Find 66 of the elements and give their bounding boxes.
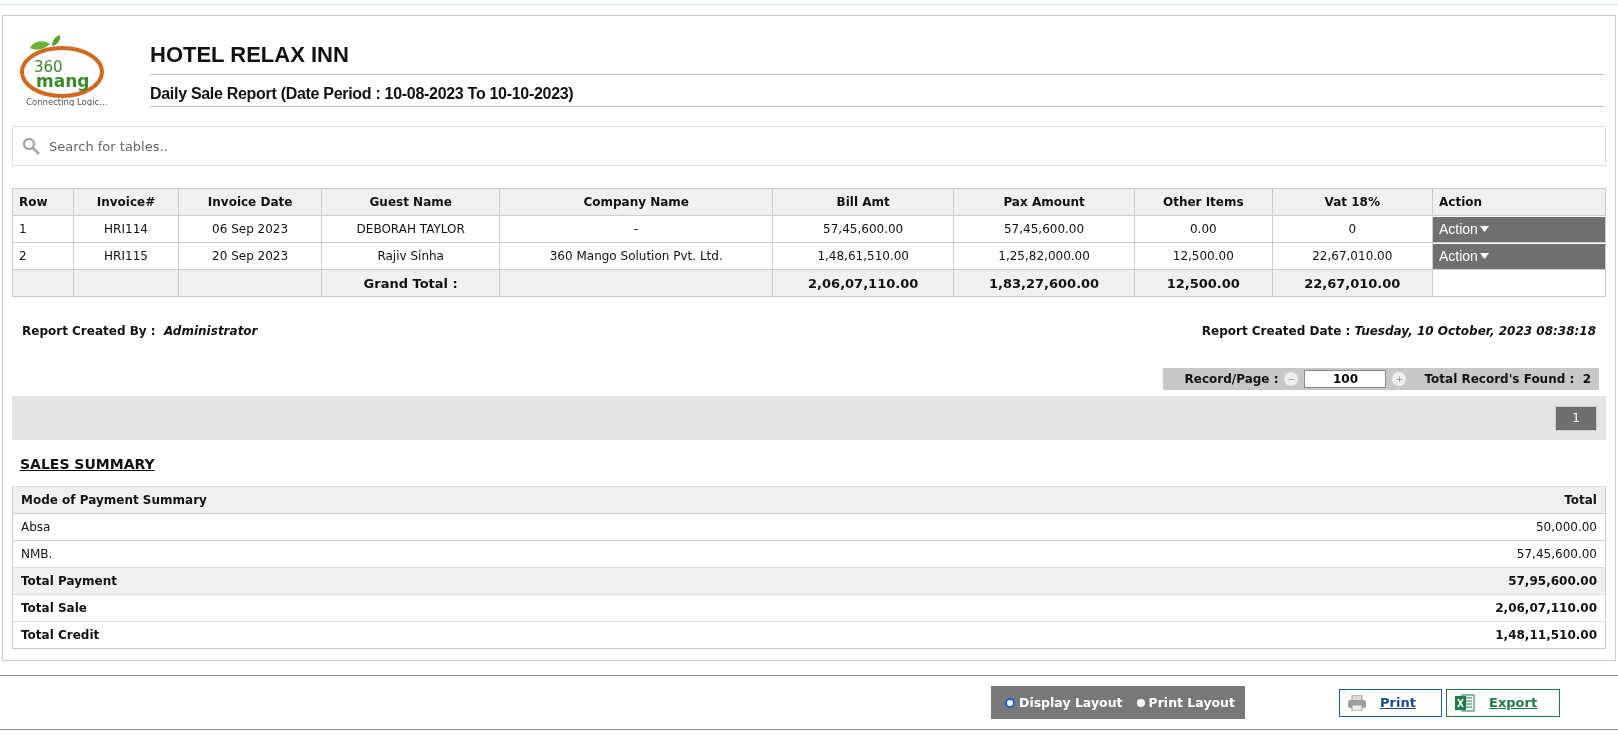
table-cell: 50,000.00 [1018, 513, 1606, 541]
table-cell: Absa [12, 513, 1019, 541]
column-header: Invoice# [73, 188, 179, 216]
layout-option[interactable]: Display Layout [1005, 695, 1123, 710]
table-cell: DEBORAH TAYLOR [321, 215, 500, 243]
layout-option[interactable]: Print Layout [1136, 695, 1235, 710]
table-cell: 2,06,07,110.00 [772, 269, 954, 297]
records-per-page-input[interactable]: 100 [1304, 370, 1387, 388]
table-cell: 22,67,010.00 [1272, 269, 1433, 297]
record-per-page-label: Record/Page : [1184, 372, 1279, 386]
table-cell: 12,500.00 [1134, 242, 1273, 270]
caret-icon [1479, 226, 1489, 232]
table-cell: 20 Sep 2023 [178, 242, 322, 270]
printer-icon [1348, 694, 1366, 711]
table-cell: 57,45,600.00 [772, 215, 954, 243]
table-cell: - [499, 215, 773, 243]
created-date: Report Created Date : Tuesday, 10 October, 2023 08:38:18 [1201, 324, 1596, 338]
table-cell: 1,48,61,510.00 [772, 242, 954, 270]
table-cell: 1,25,82,000.00 [953, 242, 1135, 270]
column-header: Other Items [1134, 188, 1273, 216]
column-header: Company Name [499, 188, 773, 216]
spreadsheet-icon [1455, 692, 1475, 713]
action-dropdown[interactable]: Action [1433, 216, 1605, 242]
decrease-button[interactable]: − [1284, 372, 1299, 386]
column-header: Pax Amount [953, 188, 1135, 216]
table-cell: Total Payment [12, 567, 1019, 595]
action-dropdown[interactable]: Action [1433, 243, 1605, 269]
column-header: Action [1432, 188, 1606, 216]
column-header: Bill Amt [772, 188, 954, 216]
table-cell: 57,45,600.00 [953, 215, 1135, 243]
export-button[interactable]: Export [1446, 688, 1560, 717]
page-button[interactable]: 1 [1555, 405, 1597, 431]
table-cell: 57,95,600.00 [1018, 567, 1606, 595]
table-cell: Grand Total : [321, 269, 500, 297]
table-cell: HRI114 [73, 215, 179, 243]
report-title: Daily Sale Report (Date Period : 10-08-2023 To 10-10-2023) [150, 75, 1604, 107]
table-cell: 1,48,11,510.00 [1018, 621, 1606, 649]
column-header: Row [12, 188, 74, 216]
caret-icon [1479, 253, 1489, 259]
hotel-name: HOTEL RELAX INN [150, 42, 1604, 75]
table-cell: Total Sale [12, 594, 1019, 622]
table-cell: 06 Sep 2023 [178, 215, 322, 243]
table-cell: 12,500.00 [1134, 269, 1273, 297]
table-cell: Total Credit [12, 621, 1019, 649]
table-cell: Mode of Payment Summary [12, 486, 1019, 514]
search-field[interactable]: Search for tables.. [12, 126, 1606, 166]
table-cell: 22,67,010.00 [1272, 242, 1433, 270]
table-cell: 0 [1272, 215, 1433, 243]
created-by: Report Created By : Administrator [22, 324, 258, 338]
table-cell: 1 [12, 215, 74, 243]
column-header: Invoice Date [178, 188, 322, 216]
table-cell: 2 [12, 242, 74, 270]
table-cell: 360 Mango Solution Pvt. Ltd. [499, 242, 773, 270]
column-header: Vat 18% [1272, 188, 1433, 216]
table-cell: Total [1018, 486, 1606, 514]
records-found-label: Total Record's Found : 2 [1424, 372, 1591, 386]
table-cell: 1,83,27,600.00 [953, 269, 1135, 297]
radio-button[interactable] [1136, 698, 1145, 707]
column-header: Guest Name [321, 188, 500, 216]
radio-button[interactable] [1005, 697, 1015, 708]
section-title: SALES SUMMARY [20, 456, 155, 472]
table-cell: Rajiv Sinha [321, 242, 500, 270]
table-cell: HRI115 [73, 242, 179, 270]
print-button[interactable]: Print [1339, 688, 1442, 717]
table-cell: 2,06,07,110.00 [1018, 594, 1606, 622]
table-cell: 0.00 [1134, 215, 1273, 243]
